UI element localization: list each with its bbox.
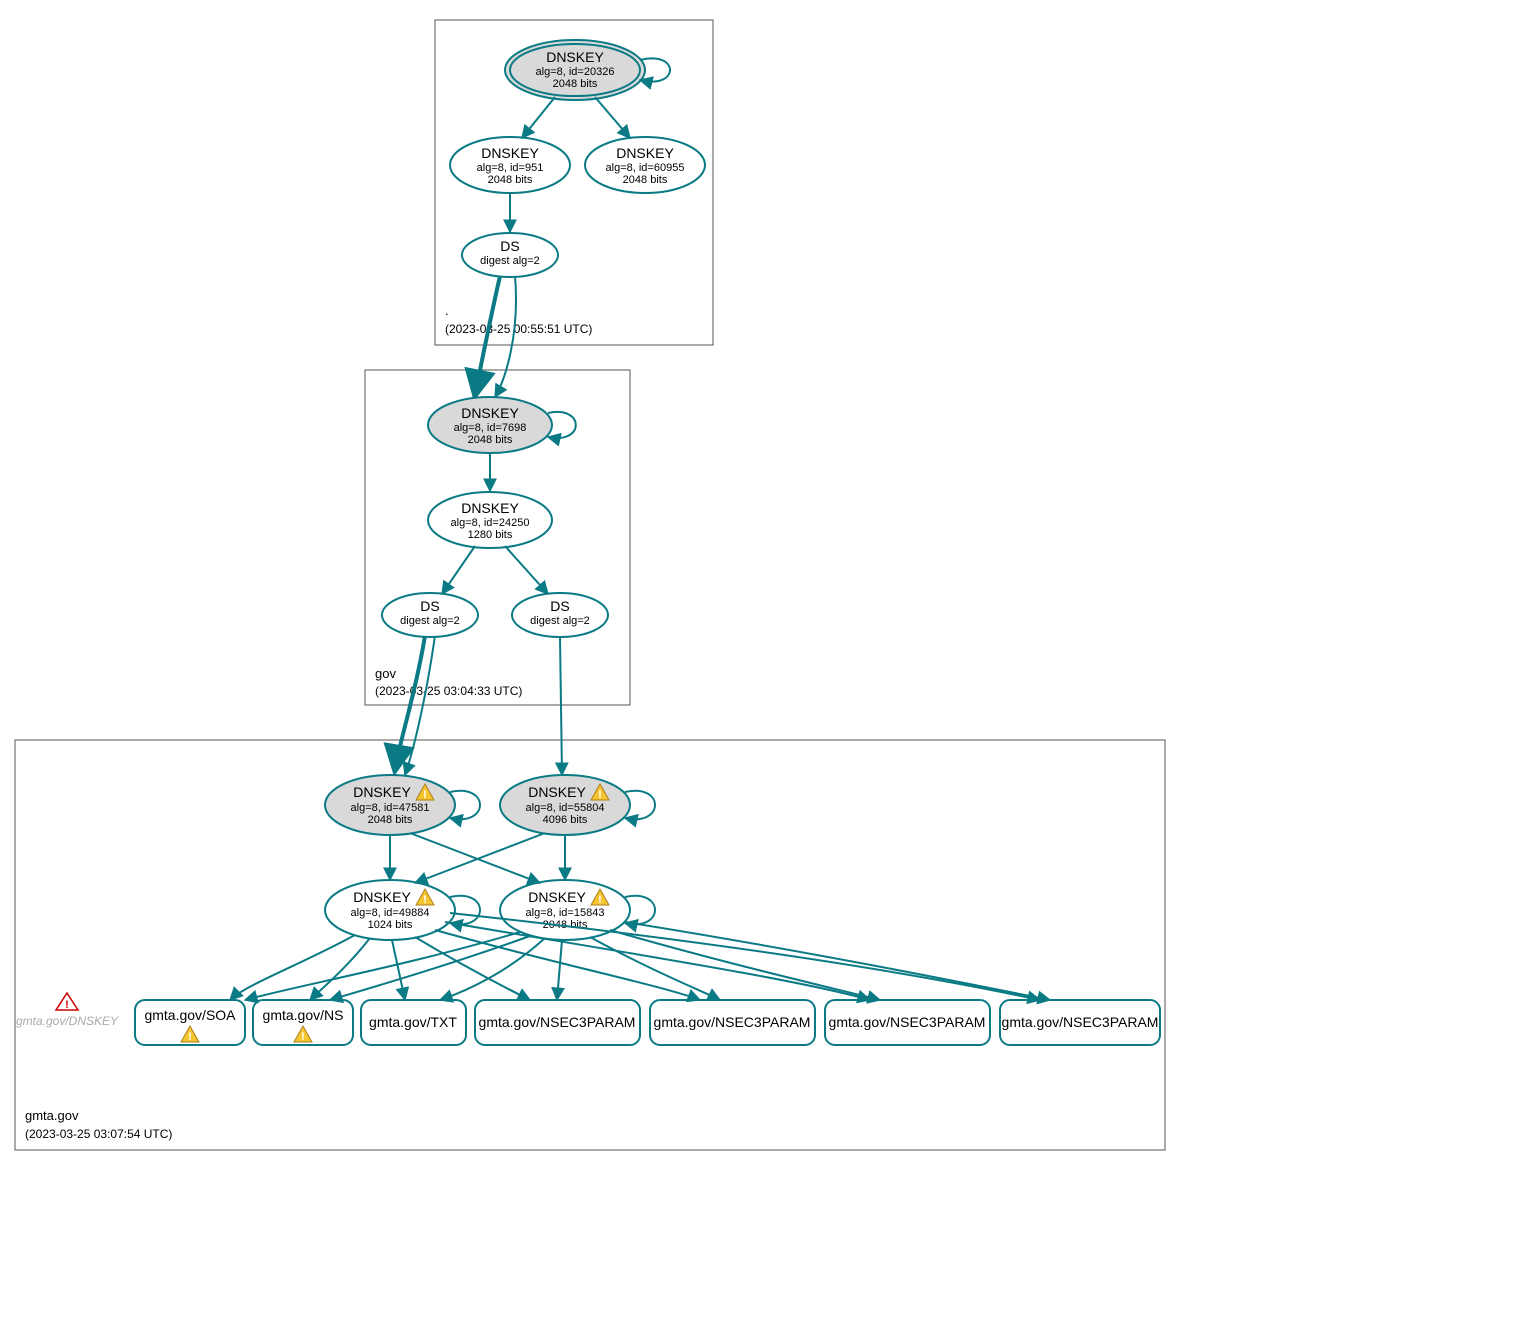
cluster-gov-time: (2023-03-25 03:04:33 UTC) <box>375 684 522 698</box>
node-root-zsk1: DNSKEY alg=8, id=951 2048 bits <box>450 137 570 193</box>
svg-text:alg=8, id=60955: alg=8, id=60955 <box>606 162 685 174</box>
svg-text:2048 bits: 2048 bits <box>488 174 533 186</box>
node-gmta-ksk1: DNSKEY alg=8, id=47581 2048 bits <box>325 775 455 835</box>
svg-text:alg=8, id=20326: alg=8, id=20326 <box>536 66 615 78</box>
node-gmta-ksk2: DNSKEY alg=8, id=55804 4096 bits <box>500 775 630 835</box>
cluster-gmta-label: gmta.gov <box>25 1108 79 1123</box>
svg-text:alg=8, id=47581: alg=8, id=47581 <box>351 802 430 814</box>
svg-text:DNSKEY: DNSKEY <box>546 49 604 65</box>
svg-text:gmta.gov/NSEC3PARAM: gmta.gov/NSEC3PARAM <box>479 1014 636 1030</box>
cluster-gov-label: gov <box>375 666 396 681</box>
node-root-zsk2: DNSKEY alg=8, id=60955 2048 bits <box>585 137 705 193</box>
cluster-gmta-time: (2023-03-25 03:07:54 UTC) <box>25 1127 172 1141</box>
svg-text:gmta.gov/SOA: gmta.gov/SOA <box>144 1007 236 1023</box>
svg-text:DNSKEY: DNSKEY <box>528 889 586 905</box>
svg-text:2048 bits: 2048 bits <box>553 78 598 90</box>
leaf-soa: gmta.gov/SOA <box>135 1000 245 1045</box>
leaf-n3p2: gmta.gov/NSEC3PARAM <box>650 1000 815 1045</box>
leaf-n3p1: gmta.gov/NSEC3PARAM <box>475 1000 640 1045</box>
svg-text:gmta.gov/NSEC3PARAM: gmta.gov/NSEC3PARAM <box>829 1014 986 1030</box>
svg-text:DNSKEY: DNSKEY <box>528 784 586 800</box>
dnssec-graph: ! . (2023-03-25 00:55:51 UTC) DNSKEY alg… <box>0 0 1532 1333</box>
svg-text:gmta.gov/NSEC3PARAM: gmta.gov/NSEC3PARAM <box>1002 1014 1159 1030</box>
svg-text:DNSKEY: DNSKEY <box>481 145 539 161</box>
svg-text:alg=8, id=7698: alg=8, id=7698 <box>454 422 527 434</box>
svg-text:gmta.gov/NSEC3PARAM: gmta.gov/NSEC3PARAM <box>654 1014 811 1030</box>
svg-text:DNSKEY: DNSKEY <box>461 405 519 421</box>
svg-text:gmta.gov/TXT: gmta.gov/TXT <box>369 1014 457 1030</box>
svg-text:digest alg=2: digest alg=2 <box>400 615 460 627</box>
leaf-n3p4: gmta.gov/NSEC3PARAM <box>1000 1000 1160 1045</box>
node-root-ds: DS digest alg=2 <box>462 233 558 277</box>
ghost-dnskey: ! gmta.gov/DNSKEY <box>16 993 119 1028</box>
svg-text:DS: DS <box>500 238 519 254</box>
svg-text:alg=8, id=15843: alg=8, id=15843 <box>526 907 605 919</box>
svg-text:2048 bits: 2048 bits <box>468 434 513 446</box>
node-gov-ksk: DNSKEY alg=8, id=7698 2048 bits <box>428 397 552 453</box>
svg-text:gmta.gov/DNSKEY: gmta.gov/DNSKEY <box>16 1014 119 1028</box>
svg-text:!: ! <box>65 999 69 1011</box>
svg-text:DNSKEY: DNSKEY <box>461 500 519 516</box>
node-gov-zsk: DNSKEY alg=8, id=24250 1280 bits <box>428 492 552 548</box>
leaf-n3p3: gmta.gov/NSEC3PARAM <box>825 1000 990 1045</box>
svg-text:2048 bits: 2048 bits <box>623 174 668 186</box>
svg-text:DNSKEY: DNSKEY <box>353 889 411 905</box>
svg-text:1024 bits: 1024 bits <box>368 919 413 931</box>
svg-text:alg=8, id=24250: alg=8, id=24250 <box>451 517 530 529</box>
svg-text:DS: DS <box>420 598 439 614</box>
leaf-ns: gmta.gov/NS <box>253 1000 353 1045</box>
svg-text:DNSKEY: DNSKEY <box>616 145 674 161</box>
node-gov-ds1: DS digest alg=2 <box>382 593 478 637</box>
cluster-root-time: (2023-03-25 00:55:51 UTC) <box>445 322 592 336</box>
cluster-root-label: . <box>445 303 449 318</box>
svg-text:gmta.gov/NS: gmta.gov/NS <box>263 1007 344 1023</box>
svg-text:alg=8, id=951: alg=8, id=951 <box>477 162 544 174</box>
svg-text:DS: DS <box>550 598 569 614</box>
node-root-ksk: DNSKEY alg=8, id=20326 2048 bits <box>505 40 645 100</box>
svg-text:digest alg=2: digest alg=2 <box>480 255 540 267</box>
leaf-txt: gmta.gov/TXT <box>361 1000 466 1045</box>
svg-text:2048 bits: 2048 bits <box>368 814 413 826</box>
svg-text:4096 bits: 4096 bits <box>543 814 588 826</box>
svg-text:alg=8, id=49884: alg=8, id=49884 <box>351 907 430 919</box>
svg-text:DNSKEY: DNSKEY <box>353 784 411 800</box>
node-gov-ds2: DS digest alg=2 <box>512 593 608 637</box>
svg-text:alg=8, id=55804: alg=8, id=55804 <box>526 802 605 814</box>
svg-text:digest alg=2: digest alg=2 <box>530 615 590 627</box>
svg-text:1280 bits: 1280 bits <box>468 529 513 541</box>
